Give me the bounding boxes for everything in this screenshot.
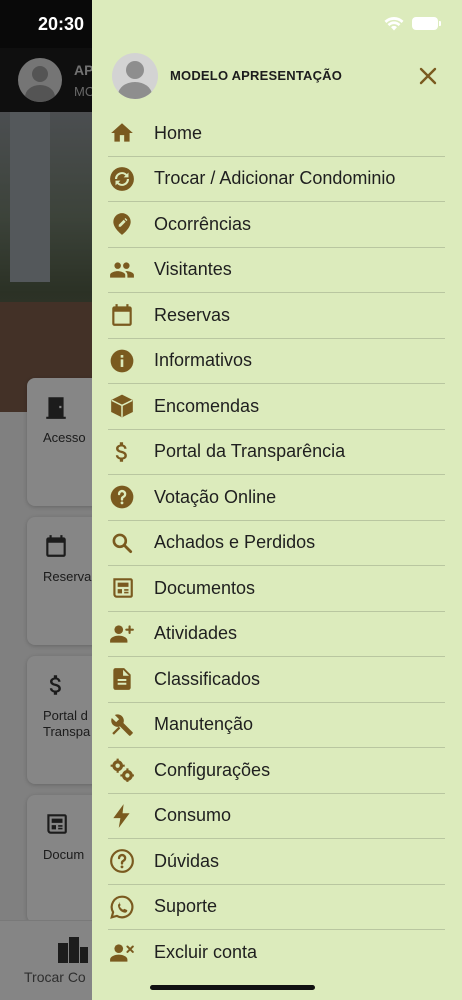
menu-item-label: Visitantes (154, 259, 232, 280)
menu-item-portal-transparencia[interactable]: Portal da Transparência (108, 430, 445, 475)
menu-item-votacao-online[interactable]: Votação Online (108, 475, 445, 521)
menu-item-label: Configurações (154, 759, 271, 780)
home-icon (108, 119, 136, 147)
menu-item-achados-perdidos[interactable]: Achados e Perdidos (108, 521, 445, 566)
menu-item-suporte[interactable]: Suporte (108, 885, 445, 930)
menu-item-label: Achados e Perdidos (154, 532, 316, 553)
edit-pin-icon (108, 210, 136, 238)
menu-item-ocorrencias[interactable]: Ocorrências (108, 202, 445, 248)
menu-item-duvidas[interactable]: Dúvidas (108, 839, 445, 885)
package-icon (108, 392, 136, 420)
document-icon (108, 665, 136, 693)
menu-item-label: Atividades (154, 623, 238, 644)
menu-item-label: Encomendas (154, 395, 260, 416)
wifi-icon (384, 16, 404, 31)
menu-item-classificados[interactable]: Classificados (108, 657, 445, 703)
menu-item-reservas[interactable]: Reservas (108, 293, 445, 339)
menu-item-label: Trocar / Adicionar Condominio (154, 168, 396, 189)
tools-icon (108, 711, 136, 739)
menu-item-label: Classificados (154, 668, 261, 689)
menu-item-encomendas[interactable]: Encomendas (108, 384, 445, 430)
menu-item-manutencao[interactable]: Manutenção (108, 703, 445, 748)
help-circle-icon (108, 483, 136, 511)
person-remove-icon (108, 939, 136, 967)
person-add-icon (108, 620, 136, 648)
menu-item-label: Excluir conta (154, 942, 258, 963)
menu-item-visitantes[interactable]: Visitantes (108, 248, 445, 293)
search-icon (108, 529, 136, 557)
menu-item-label: Votação Online (154, 486, 277, 507)
dollar-icon (108, 438, 136, 466)
menu-item-configuracoes[interactable]: Configurações (108, 748, 445, 794)
menu-item-label: Ocorrências (154, 213, 252, 234)
status-icons (384, 16, 441, 31)
question-outline-icon (108, 847, 136, 875)
menu-item-label: Consumo (154, 805, 232, 826)
newspaper-icon (108, 574, 136, 602)
menu-item-documentos[interactable]: Documentos (108, 566, 445, 612)
calendar-icon (108, 301, 136, 329)
menu-item-trocar-condominio[interactable]: Trocar / Adicionar Condominio (108, 157, 445, 202)
menu-item-label: Dúvidas (154, 850, 220, 871)
menu-item-label: Documentos (154, 577, 256, 598)
menu-item-home[interactable]: Home (108, 111, 445, 157)
people-icon (108, 256, 136, 284)
menu-item-label: Informativos (154, 350, 253, 371)
menu-item-informativos[interactable]: Informativos (108, 339, 445, 384)
menu-item-consumo[interactable]: Consumo (108, 794, 445, 839)
close-icon[interactable] (416, 64, 440, 88)
menu-item-label: Portal da Transparência (154, 441, 346, 462)
menu-item-label: Reservas (154, 304, 231, 325)
info-icon (108, 347, 136, 375)
bolt-icon (108, 802, 136, 830)
profile-name: MODELO APRESENTAÇÃO (170, 68, 343, 83)
gears-icon (108, 756, 136, 784)
battery-icon (412, 17, 441, 30)
menu-item-label: Manutenção (154, 714, 254, 735)
status-time: 20:30 (38, 14, 85, 34)
menu-item-atividades[interactable]: Atividades (108, 612, 445, 657)
menu-item-label: Suporte (154, 896, 218, 917)
home-indicator[interactable] (150, 985, 315, 990)
swap-icon (108, 165, 136, 193)
menu-item-excluir-conta[interactable]: Excluir conta (108, 930, 445, 976)
drawer-menu: Home Trocar / Adicionar Condominio Ocorr… (108, 111, 445, 976)
profile-avatar[interactable] (112, 53, 158, 99)
menu-item-label: Home (154, 122, 203, 143)
whatsapp-icon (108, 893, 136, 921)
navigation-drawer: MODELO APRESENTAÇÃO Home Trocar / Adicio… (92, 0, 462, 1000)
